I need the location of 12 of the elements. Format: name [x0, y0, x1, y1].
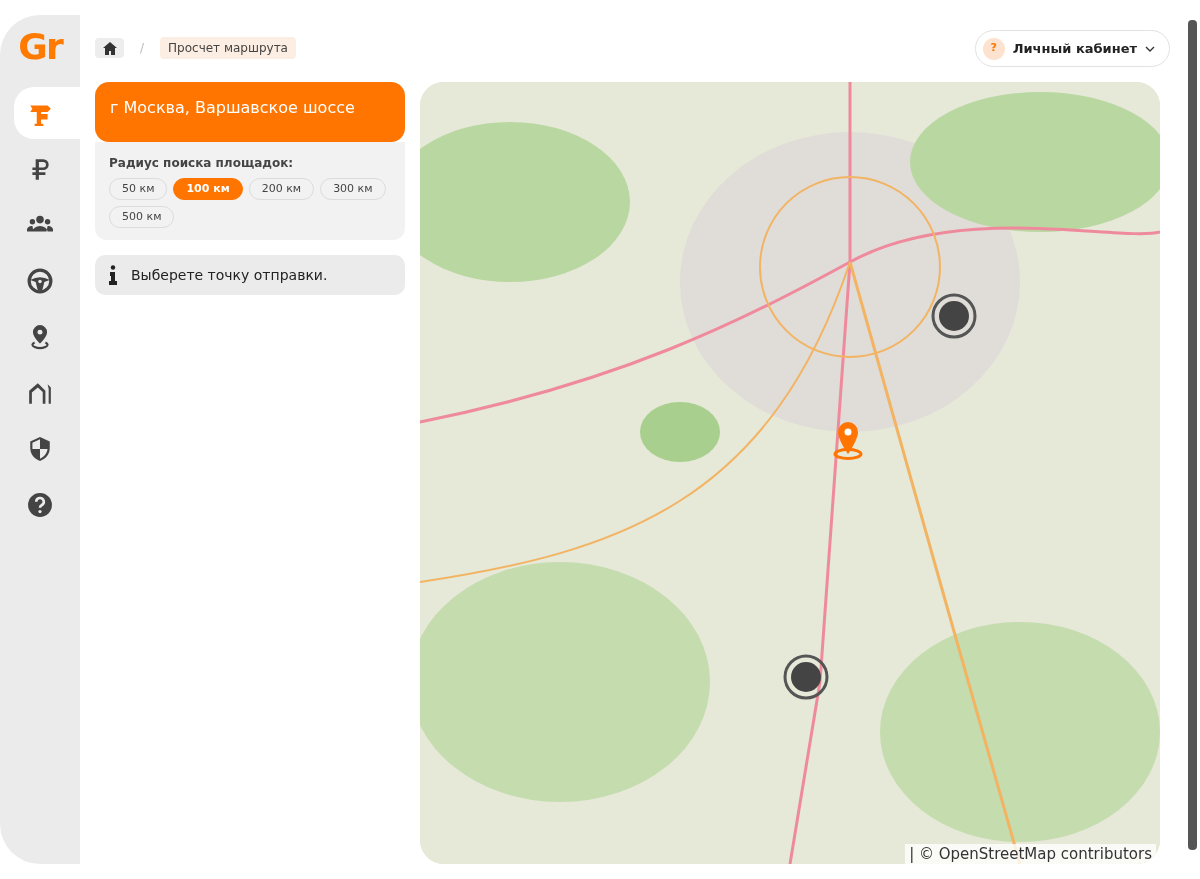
map[interactable]: | © OpenStreetMap contributors	[420, 82, 1160, 864]
breadcrumb-current[interactable]: Просчет маршрута	[160, 37, 296, 59]
radius-option[interactable]: 50 км	[109, 178, 168, 200]
radius-label: Радиус поиска площадок:	[109, 155, 295, 172]
account-button[interactable]: ? Личный кабинет	[974, 30, 1170, 67]
radius-option[interactable]: 200 км	[248, 178, 315, 200]
breadcrumb-separator: /	[140, 40, 145, 57]
help-badge: ?	[982, 37, 1005, 60]
info-text: Выберете точку отправки.	[131, 265, 328, 285]
radius-option[interactable]: 300 км	[320, 178, 386, 200]
map-attribution: | © OpenStreetMap contributors	[905, 844, 1156, 864]
radius-option[interactable]: 500 км	[109, 206, 175, 228]
